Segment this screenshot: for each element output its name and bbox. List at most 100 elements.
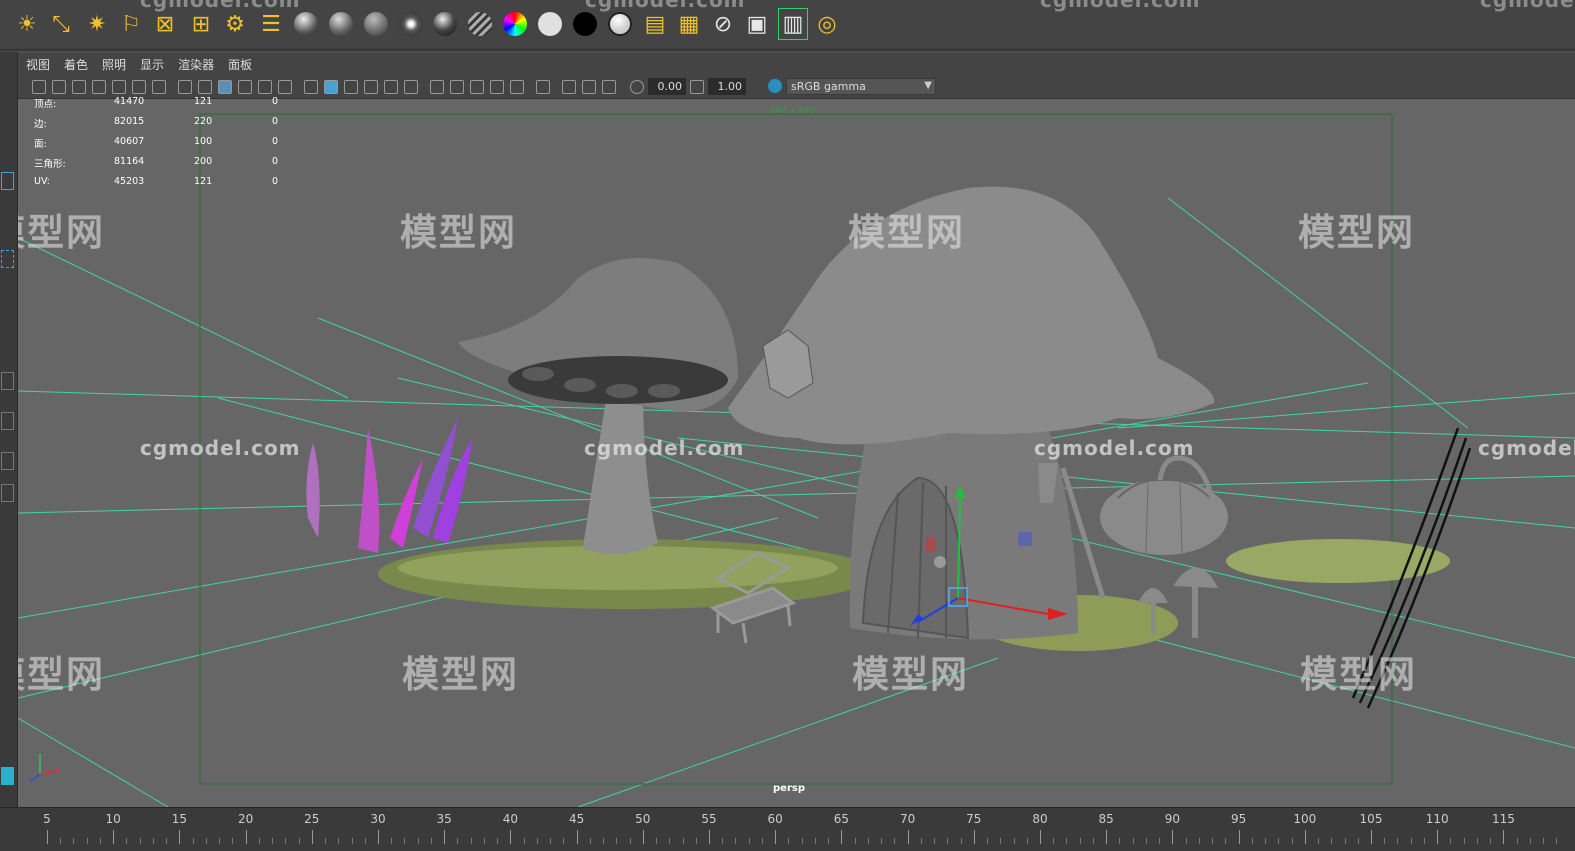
lasso-tool-icon[interactable]: [1, 250, 14, 268]
default-material-icon[interactable]: [344, 80, 358, 94]
hud-row-triangles: 三角形: 81164 200 0: [34, 156, 314, 176]
phong-sphere-icon[interactable]: [329, 12, 353, 36]
hypershade-icon[interactable]: ☰: [256, 8, 286, 40]
area-light-icon[interactable]: ⊠: [150, 8, 180, 40]
film-gate-icon[interactable]: [178, 80, 192, 94]
safe-title-icon[interactable]: [278, 80, 292, 94]
time-slider[interactable]: 5 10 15 20 25 30 35 40 45 50 55 60 65 70 75 80 85 90 95 100…: [0, 807, 1575, 851]
watermark-logo: 模型网: [18, 653, 105, 696]
mushroom-left: [458, 258, 738, 555]
menu-show[interactable]: 显示: [140, 56, 164, 73]
image-plane-icon[interactable]: ▤: [640, 8, 670, 40]
image-plane-toggle-icon[interactable]: [92, 80, 106, 94]
color-space-dropdown[interactable]: sRGB gamma ▼: [786, 78, 936, 95]
timeline-minor-tick: [1265, 838, 1267, 844]
sun-light-icon[interactable]: ☀: [12, 8, 42, 40]
timeline-minor-tick: [1516, 838, 1518, 844]
white-circle-icon[interactable]: [538, 12, 562, 36]
timeline-minor-tick: [1212, 838, 1214, 844]
striped-sphere-icon[interactable]: [468, 12, 492, 36]
color-management-icon[interactable]: [768, 79, 782, 93]
render-settings-icon[interactable]: ⚙: [220, 8, 250, 40]
spot-light-icon[interactable]: ⚐: [116, 8, 146, 40]
batch-render-icon[interactable]: ▥: [778, 8, 808, 40]
anti-aliasing-icon[interactable]: [490, 80, 504, 94]
field-chart-icon[interactable]: [238, 80, 252, 94]
timeline-major-tick: [311, 830, 313, 844]
timeline-major-tick: [576, 830, 578, 844]
2d-pan-zoom-icon[interactable]: [132, 80, 146, 94]
camera-attributes-icon[interactable]: [52, 80, 66, 94]
grease-pencil-icon[interactable]: [112, 80, 126, 94]
color-wheel-icon[interactable]: [503, 12, 527, 36]
select-tool-icon[interactable]: [1, 172, 14, 190]
menu-shading[interactable]: 着色: [64, 56, 88, 73]
rotate-tool-icon[interactable]: [1, 412, 14, 430]
timeline-minor-tick: [1357, 838, 1359, 844]
exposure-icon[interactable]: [630, 80, 644, 94]
timeline-tick-label: 90: [1164, 812, 1181, 826]
layout-icon[interactable]: [1, 484, 14, 502]
depth-of-field-icon[interactable]: [510, 80, 524, 94]
textured-icon[interactable]: [384, 80, 398, 94]
render-layer-icon[interactable]: ▦: [674, 8, 704, 40]
watermark-logo: 模型网: [402, 653, 519, 696]
shiny-sphere-icon[interactable]: [433, 12, 457, 36]
lambert-sphere-icon[interactable]: [364, 12, 388, 36]
menu-lighting[interactable]: 照明: [102, 56, 126, 73]
isolate-select-icon[interactable]: [536, 80, 550, 94]
outliner-icon[interactable]: [1, 767, 14, 785]
ipr-render-icon[interactable]: ◎: [812, 8, 842, 40]
point-light-icon[interactable]: ✷: [82, 8, 112, 40]
shadows-icon[interactable]: [430, 80, 444, 94]
menu-view[interactable]: 视图: [26, 56, 50, 73]
hud-selected: 121: [194, 96, 213, 107]
grid-toggle-icon[interactable]: [152, 80, 166, 94]
hud-highlighted: 0: [272, 136, 279, 147]
timeline-minor-tick: [1159, 838, 1161, 844]
gate-mask-icon[interactable]: [218, 80, 232, 94]
timeline-major-tick: [907, 830, 909, 844]
use-lights-icon[interactable]: [404, 80, 418, 94]
motion-blur-icon[interactable]: [470, 80, 484, 94]
hud-total: 45203: [114, 176, 145, 187]
volume-light-icon[interactable]: ⊞: [186, 8, 216, 40]
menu-panels[interactable]: 面板: [228, 56, 252, 73]
black-circle-icon[interactable]: [573, 12, 597, 36]
timeline-tick-label: 110: [1425, 812, 1449, 826]
select-camera-icon[interactable]: [32, 80, 46, 94]
bookmark-icon[interactable]: [72, 80, 86, 94]
gamma-icon[interactable]: [690, 80, 704, 94]
wireframe-on-shaded-icon[interactable]: [364, 80, 378, 94]
watermark-url: cgmodel.com: [1040, 0, 1201, 12]
blinn-sphere-icon[interactable]: [294, 12, 318, 36]
xray-components-icon[interactable]: [602, 80, 616, 94]
timeline-major-tick: [973, 830, 975, 844]
wireframe-icon[interactable]: [304, 80, 318, 94]
xray-joints-icon[interactable]: [582, 80, 596, 94]
hud-selected: 220: [194, 116, 213, 127]
render-pass-icon[interactable]: ⊘: [708, 8, 738, 40]
smooth-shade-icon[interactable]: [324, 80, 338, 94]
timeline-major-tick: [47, 830, 48, 844]
hud-selected: 100: [194, 136, 213, 147]
timeline-minor-tick: [523, 838, 525, 844]
white-sphere-icon[interactable]: [608, 12, 632, 36]
timeline-minor-tick: [1291, 838, 1293, 844]
safe-action-icon[interactable]: [258, 80, 272, 94]
render-view-icon[interactable]: ▣: [742, 8, 772, 40]
timeline-minor-tick: [1132, 838, 1134, 844]
directional-light-icon[interactable]: ⤡: [46, 8, 76, 40]
watermark-logo: 模型网: [852, 653, 969, 696]
scale-tool-icon[interactable]: [1, 452, 14, 470]
resolution-gate-icon[interactable]: [198, 80, 212, 94]
exposure-field[interactable]: 0.00: [648, 78, 686, 95]
gamma-field[interactable]: 1.00: [708, 78, 746, 95]
xray-icon[interactable]: [562, 80, 576, 94]
panel-menubar: 视图 着色 照明 显示 渲染器 面板: [18, 52, 1575, 76]
surface-shader-icon[interactable]: [399, 12, 423, 36]
timeline-tick-label: 105: [1359, 812, 1383, 826]
move-tool-icon[interactable]: [1, 372, 14, 390]
screen-space-ao-icon[interactable]: [450, 80, 464, 94]
menu-renderer[interactable]: 渲染器: [178, 56, 214, 73]
